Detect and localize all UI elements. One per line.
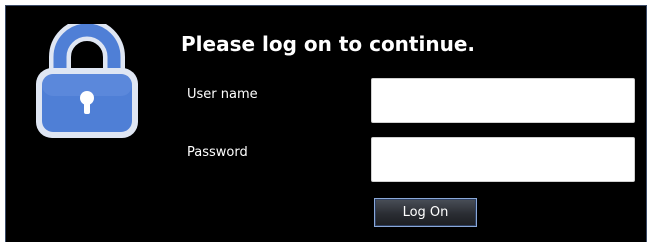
password-label: Password: [187, 145, 248, 160]
username-label: User name: [187, 87, 258, 102]
password-input[interactable]: [371, 137, 635, 182]
dialog-title: Please log on to continue.: [181, 32, 475, 56]
log-on-button[interactable]: Log On: [374, 198, 477, 227]
username-input[interactable]: [371, 78, 635, 123]
lock-icon: [36, 24, 138, 138]
login-dialog: Please log on to continue. User name Pas…: [5, 5, 647, 242]
